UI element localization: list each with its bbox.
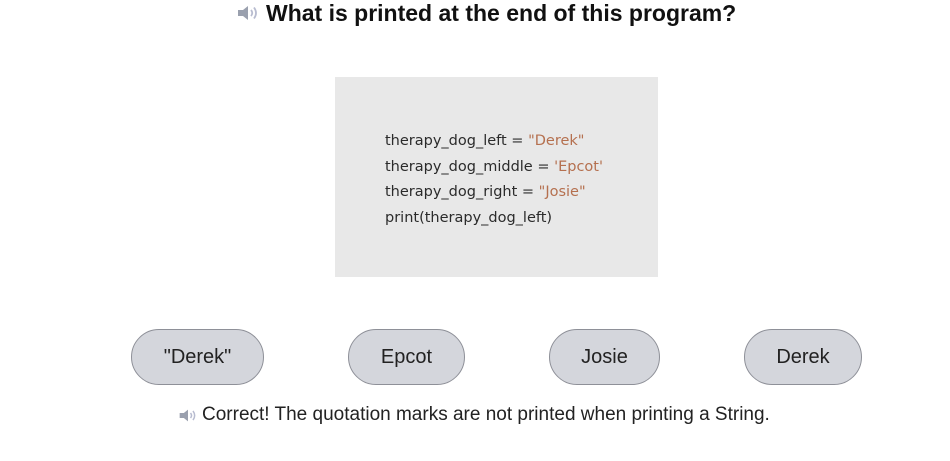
- answer-button-quoted-derek[interactable]: "Derek": [131, 329, 264, 385]
- question-title: What is printed at the end of this progr…: [266, 0, 737, 26]
- code-text: therapy_dog_left =: [385, 133, 529, 149]
- code-lines: therapy_dog_left = "Derek" therapy_dog_m…: [385, 129, 603, 231]
- answer-button-derek[interactable]: Derek: [744, 329, 862, 385]
- code-line: therapy_dog_right = "Josie": [385, 180, 603, 206]
- question-header: What is printed at the end of this progr…: [236, 0, 736, 26]
- quiz-page: What is printed at the end of this progr…: [0, 0, 950, 461]
- answer-button-epcot[interactable]: Epcot: [348, 329, 465, 385]
- feedback-text: Correct! The quotation marks are not pri…: [202, 404, 770, 425]
- code-line: print(therapy_dog_left): [385, 206, 603, 232]
- code-text: therapy_dog_right =: [385, 184, 539, 200]
- code-string: 'Epcot': [554, 158, 603, 175]
- answer-button-josie[interactable]: Josie: [549, 329, 660, 385]
- code-text: print(therapy_dog_left): [385, 209, 553, 226]
- code-line: therapy_dog_middle = 'Epcot': [385, 155, 603, 181]
- code-block: therapy_dog_left = "Derek" therapy_dog_m…: [335, 77, 658, 277]
- code-string: "Josie": [538, 184, 586, 200]
- code-string: "Derek": [528, 133, 585, 149]
- feedback-message: Correct! The quotation marks are not pri…: [178, 404, 770, 426]
- code-line: therapy_dog_left = "Derek": [385, 129, 603, 155]
- speaker-icon[interactable]: [178, 408, 198, 423]
- code-text: therapy_dog_middle =: [385, 158, 555, 175]
- speaker-icon[interactable]: [236, 4, 260, 22]
